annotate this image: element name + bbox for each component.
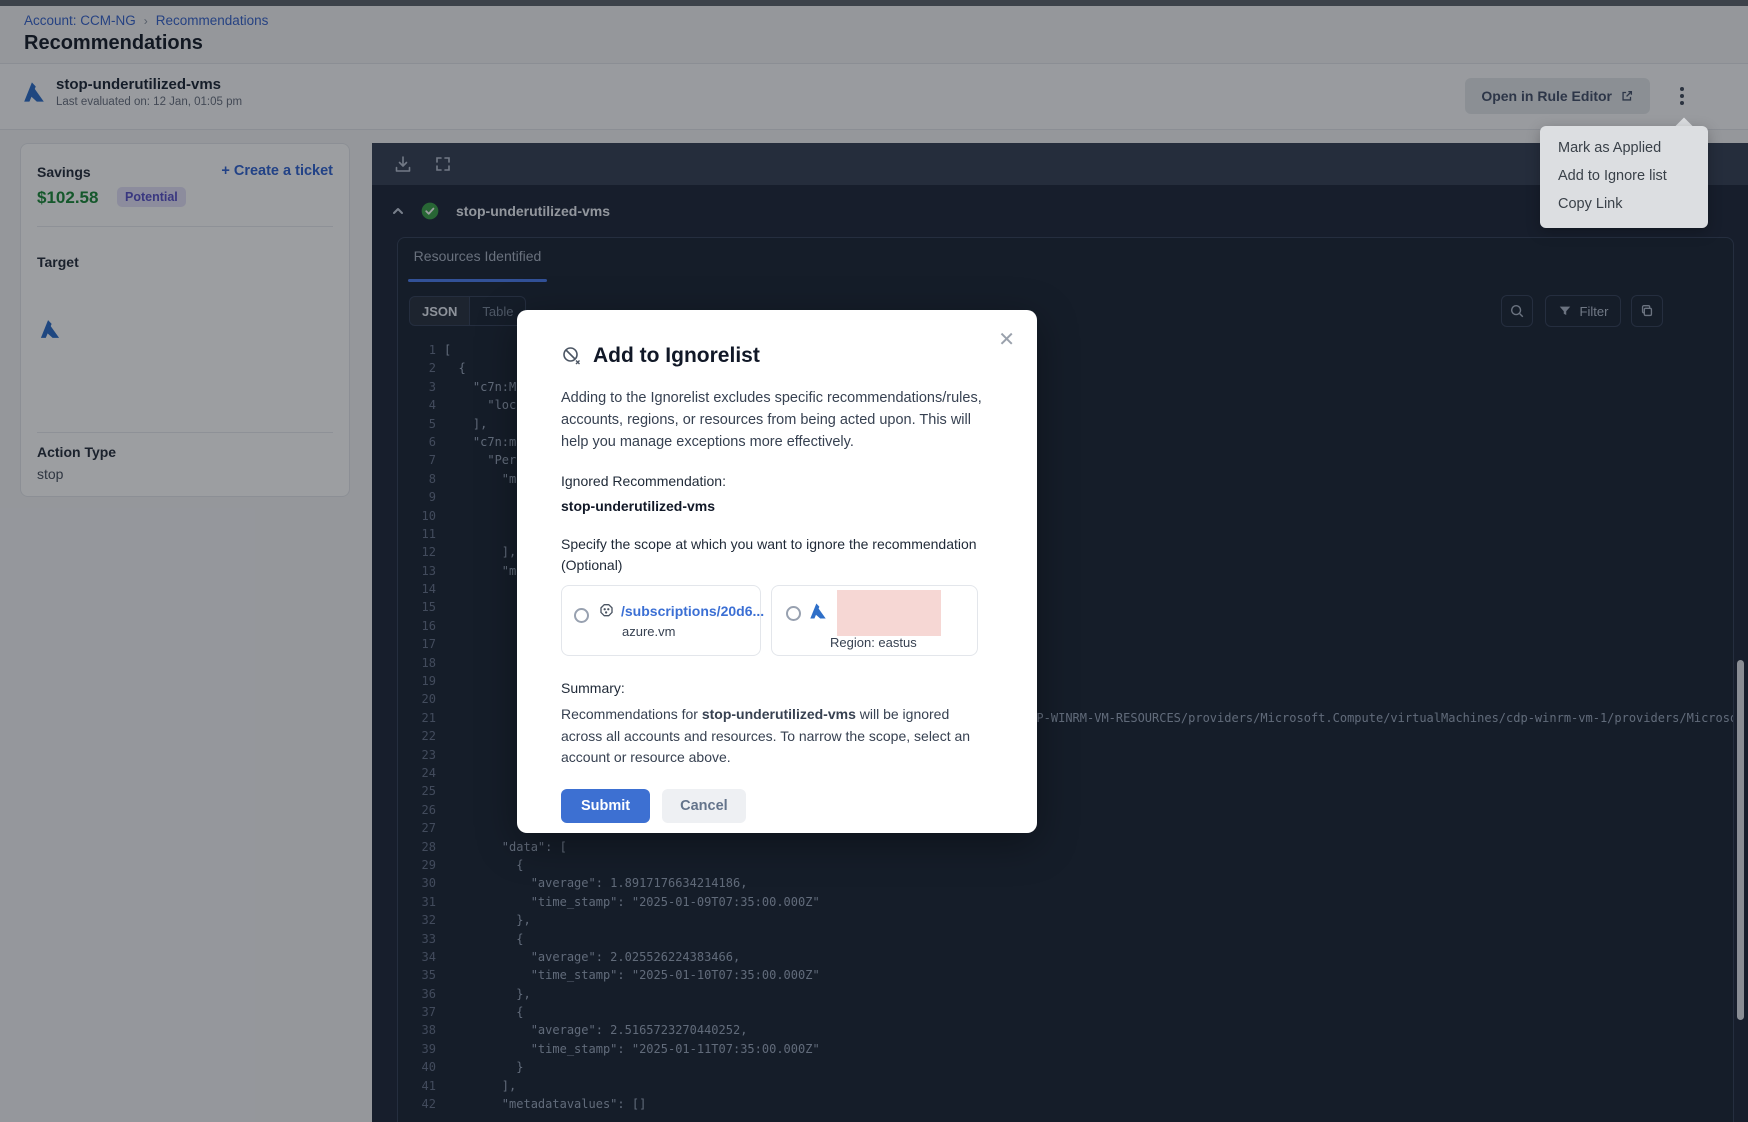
ignore-icon [561,345,583,367]
subscription-radio[interactable] [574,608,589,623]
close-icon[interactable]: ✕ [998,330,1015,350]
redacted-account-block [837,590,941,636]
scope-option-subscription[interactable]: /subscriptions/20d6... azure.vm [561,585,761,656]
modal-description: Adding to the Ignorelist excludes specif… [561,388,993,453]
subscription-link[interactable]: /subscriptions/20d6... [621,603,764,619]
scope-option-region[interactable]: Region: eastus [771,585,978,656]
summary-rule-name: stop-underutilized-vms [702,706,856,722]
menu-item[interactable]: Copy Link [1540,190,1708,218]
modal-title: Add to Ignorelist [593,344,760,368]
ignored-recommendation-label: Ignored Recommendation: [561,473,993,489]
subscription-icon [597,602,616,621]
summary-label: Summary: [561,680,993,696]
context-menu: Mark as AppliedAdd to Ignore listCopy Li… [1540,126,1708,228]
add-to-ignorelist-modal: ✕ Add to Ignorelist Adding to the Ignore… [517,310,1037,833]
ignored-recommendation-value: stop-underutilized-vms [561,498,993,514]
menu-item[interactable]: Add to Ignore list [1540,162,1708,190]
summary-text: Recommendations for stop-underutilized-v… [561,704,993,769]
scope-label: Specify the scope at which you want to i… [561,534,993,575]
menu-item[interactable]: Mark as Applied [1540,134,1708,162]
azure-logo-icon [807,600,829,655]
region-radio[interactable] [786,606,801,621]
subscription-resource-name: azure.vm [622,624,764,639]
summary-prefix: Recommendations for [561,706,702,722]
submit-button[interactable]: Submit [561,789,650,823]
region-value: Region: eastus [830,635,917,650]
context-menu-items: Mark as AppliedAdd to Ignore listCopy Li… [1540,134,1708,218]
cancel-button[interactable]: Cancel [662,789,746,823]
